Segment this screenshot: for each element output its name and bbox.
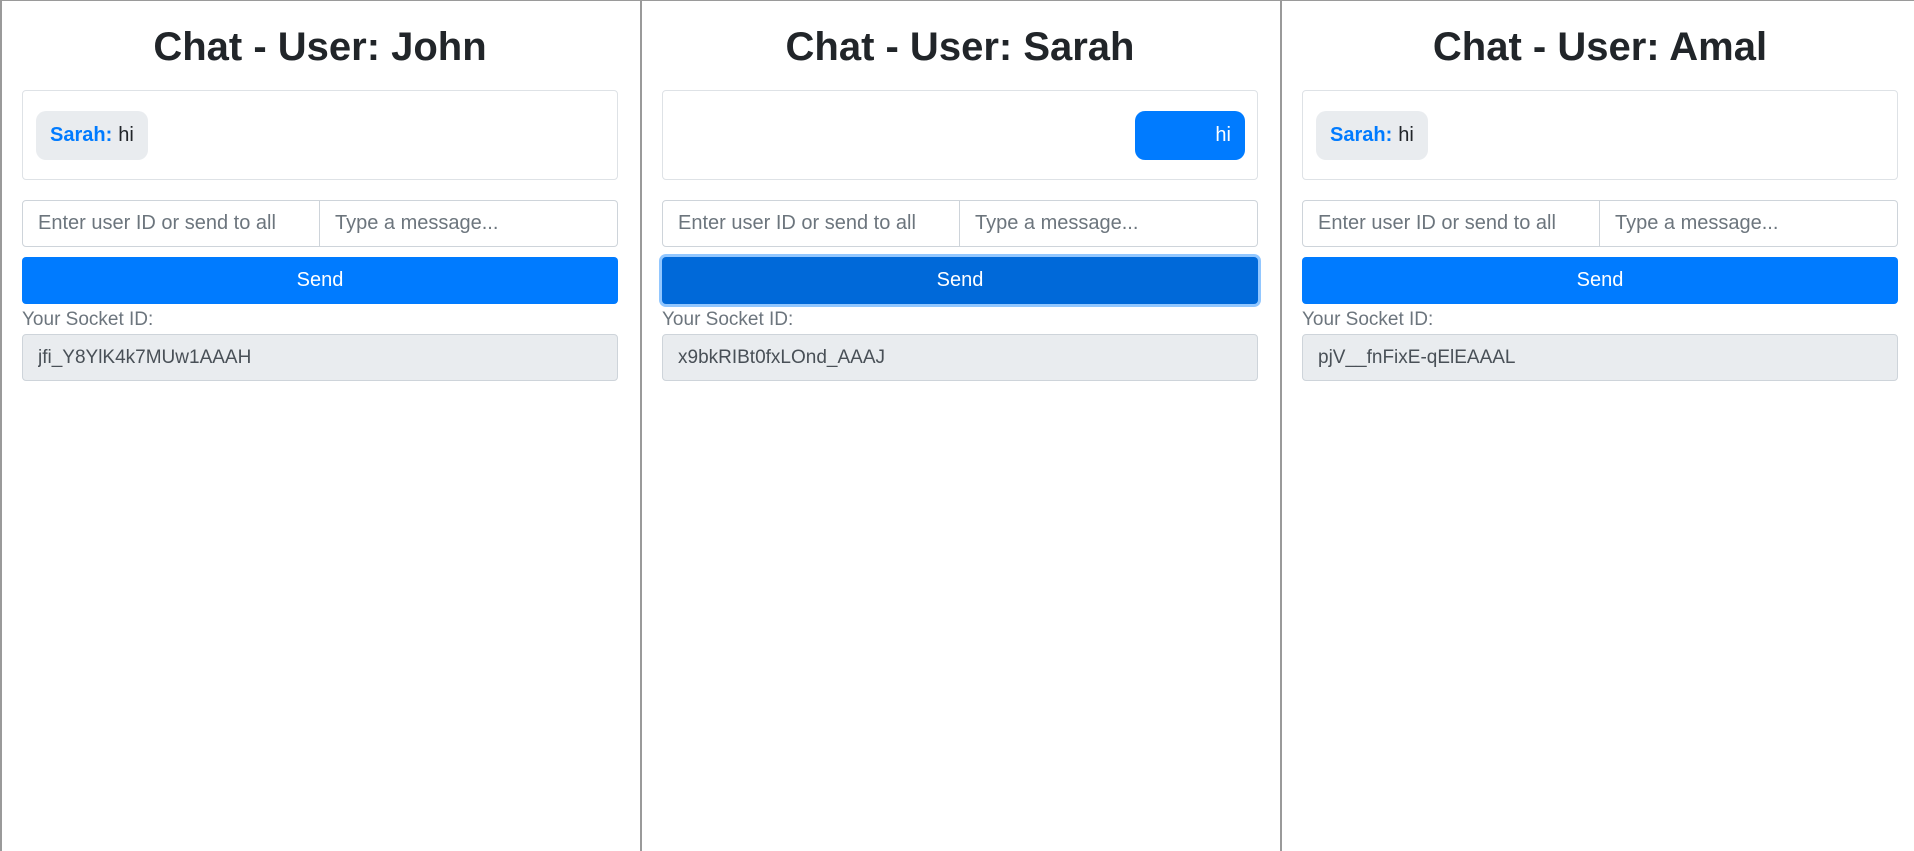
message-input[interactable] bbox=[960, 200, 1258, 247]
recipient-input[interactable] bbox=[22, 200, 320, 247]
message-bubble: hi bbox=[1135, 111, 1245, 160]
message-text: hi bbox=[1215, 124, 1231, 146]
compose-row bbox=[662, 200, 1258, 247]
message-list: Sarah: hi bbox=[22, 90, 618, 180]
socket-id-field[interactable] bbox=[662, 334, 1258, 381]
message-sender: Sarah: bbox=[50, 124, 113, 146]
socket-id-field[interactable] bbox=[22, 334, 618, 381]
message-bubble: Sarah: hi bbox=[1316, 111, 1428, 160]
socket-id-label: Your Socket ID: bbox=[22, 309, 154, 330]
message-text: hi bbox=[1398, 124, 1414, 146]
compose-row bbox=[1302, 200, 1898, 247]
socket-id-field[interactable] bbox=[1302, 334, 1898, 381]
page-title: Chat - User: Sarah bbox=[785, 25, 1135, 69]
message-sender: Sarah: bbox=[1330, 124, 1393, 146]
send-button[interactable]: Send bbox=[1302, 257, 1898, 304]
recipient-input[interactable] bbox=[662, 200, 960, 247]
page-title: Chat - User: Amal bbox=[1432, 25, 1768, 69]
message-bubble: Sarah: hi bbox=[36, 111, 148, 160]
socket-id-label: Your Socket ID: bbox=[662, 309, 794, 330]
message-list: Sarah: hi bbox=[1302, 90, 1898, 180]
compose-row bbox=[22, 200, 618, 247]
page-title: Chat - User: John bbox=[153, 25, 487, 69]
message-list: hi bbox=[662, 90, 1258, 180]
message-input[interactable] bbox=[1600, 200, 1898, 247]
send-button[interactable]: Send bbox=[662, 257, 1258, 304]
chat-panel-john: Chat - User: John Sarah:hi Send Your Soc… bbox=[0, 0, 640, 851]
recipient-input[interactable] bbox=[1302, 200, 1600, 247]
send-button[interactable]: Send bbox=[22, 257, 618, 304]
chat-panel-sarah: Chat - User: Sarah hi Send Your Socket I… bbox=[640, 0, 1280, 851]
socket-id-label: Your Socket ID: bbox=[1302, 309, 1434, 330]
message-text: hi bbox=[118, 124, 134, 146]
chat-panels: Chat - User: John Sarah:hi Send Your Soc… bbox=[0, 0, 1914, 851]
message-input[interactable] bbox=[320, 200, 618, 247]
chat-panel-amal: Chat - User: Amal Sarah:hi Send Your Soc… bbox=[1280, 0, 1914, 851]
